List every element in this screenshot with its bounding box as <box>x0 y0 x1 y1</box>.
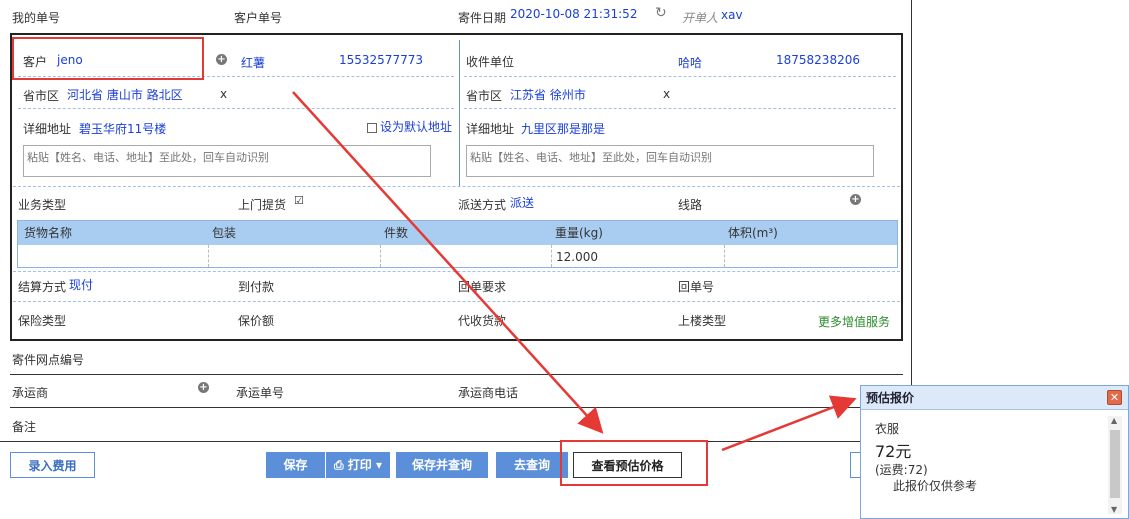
scroll-up-icon[interactable]: ▲ <box>1111 416 1117 425</box>
estimate-popup: 预估报价 ✕ 衣服 72元 (运费:72) 此报价仅供参考 ▲ ▼ <box>860 385 1129 519</box>
popup-freight: (运费:72) <box>875 463 928 477</box>
arrow-to-estimate <box>292 91 604 434</box>
popup-scrollbar[interactable]: ▲ ▼ <box>1108 416 1122 514</box>
popup-note: 此报价仅供参考 <box>893 479 978 493</box>
popup-item: 衣服 <box>875 422 900 436</box>
arrow-to-popup <box>721 395 857 452</box>
popup-title: 预估报价 <box>861 386 1128 410</box>
scroll-down-icon[interactable]: ▼ <box>1111 505 1117 514</box>
close-icon[interactable]: ✕ <box>1107 390 1122 405</box>
popup-price: 72元 <box>875 442 912 461</box>
